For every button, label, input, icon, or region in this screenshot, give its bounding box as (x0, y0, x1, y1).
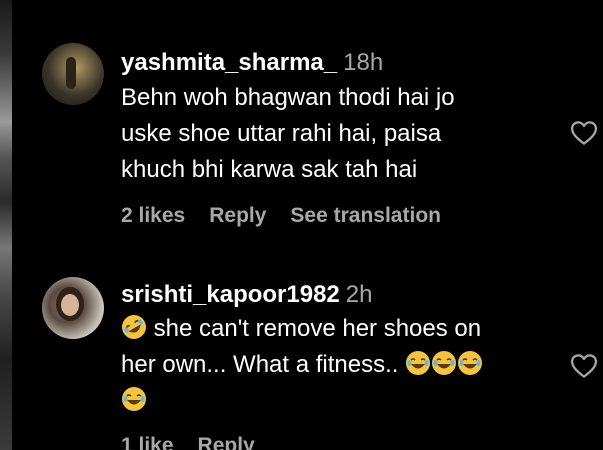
comment-username[interactable]: yashmita_sharma_ (121, 49, 337, 76)
comments-panel: yashmita_sharma_ 18h Behn woh bhagwan tho… (0, 0, 603, 450)
see-translation-button[interactable]: See translation (290, 204, 441, 227)
comment-text-line: khuch bhi karwa sak tah hai (121, 156, 418, 183)
comment-meta: 1 like Reply (121, 433, 279, 450)
comment-text-line: she can't remove her shoes on (121, 311, 561, 347)
comment-text-line: her own... What a fitness.. (121, 347, 561, 383)
comment-text: she can't remove her shoes on her own...… (121, 311, 561, 419)
rolling-on-floor-laughing-emoji (122, 315, 146, 339)
comment-item: srishti_kapoor1982 2h she can't remove he… (0, 240, 603, 450)
reply-button[interactable]: Reply (209, 204, 266, 227)
comment-text: Behn woh bhagwan thodi hai jo uske shoe … (121, 80, 561, 188)
heart-outline-icon[interactable] (568, 351, 600, 381)
comment-text-line (121, 383, 561, 419)
avatar[interactable] (42, 43, 104, 105)
comment-text-line: uske shoe uttar rahi hai, paisa (121, 120, 442, 147)
likes-count[interactable]: 1 like (121, 434, 174, 450)
avatar[interactable] (42, 277, 104, 339)
comment-time: 2h (345, 281, 373, 308)
tears-of-joy-emoji (432, 351, 457, 375)
comment-header: yashmita_sharma_ 18h (121, 49, 383, 77)
comment-meta: 2 likes Reply See translation (121, 203, 465, 229)
reply-button[interactable]: Reply (198, 434, 255, 450)
comment-header: srishti_kapoor1982 2h (121, 281, 372, 309)
comment-text-line: Behn woh bhagwan thodi hai jo (121, 84, 455, 111)
tears-of-joy-emoji (458, 351, 483, 375)
tears-of-joy-emoji (406, 351, 431, 375)
heart-outline-icon[interactable] (568, 118, 600, 148)
likes-count[interactable]: 2 likes (121, 204, 185, 227)
comment-item: yashmita_sharma_ 18h Behn woh bhagwan tho… (0, 0, 603, 240)
comment-time: 18h (343, 49, 384, 76)
tears-of-joy-emoji (122, 387, 146, 411)
comment-username[interactable]: srishti_kapoor1982 (121, 281, 340, 308)
